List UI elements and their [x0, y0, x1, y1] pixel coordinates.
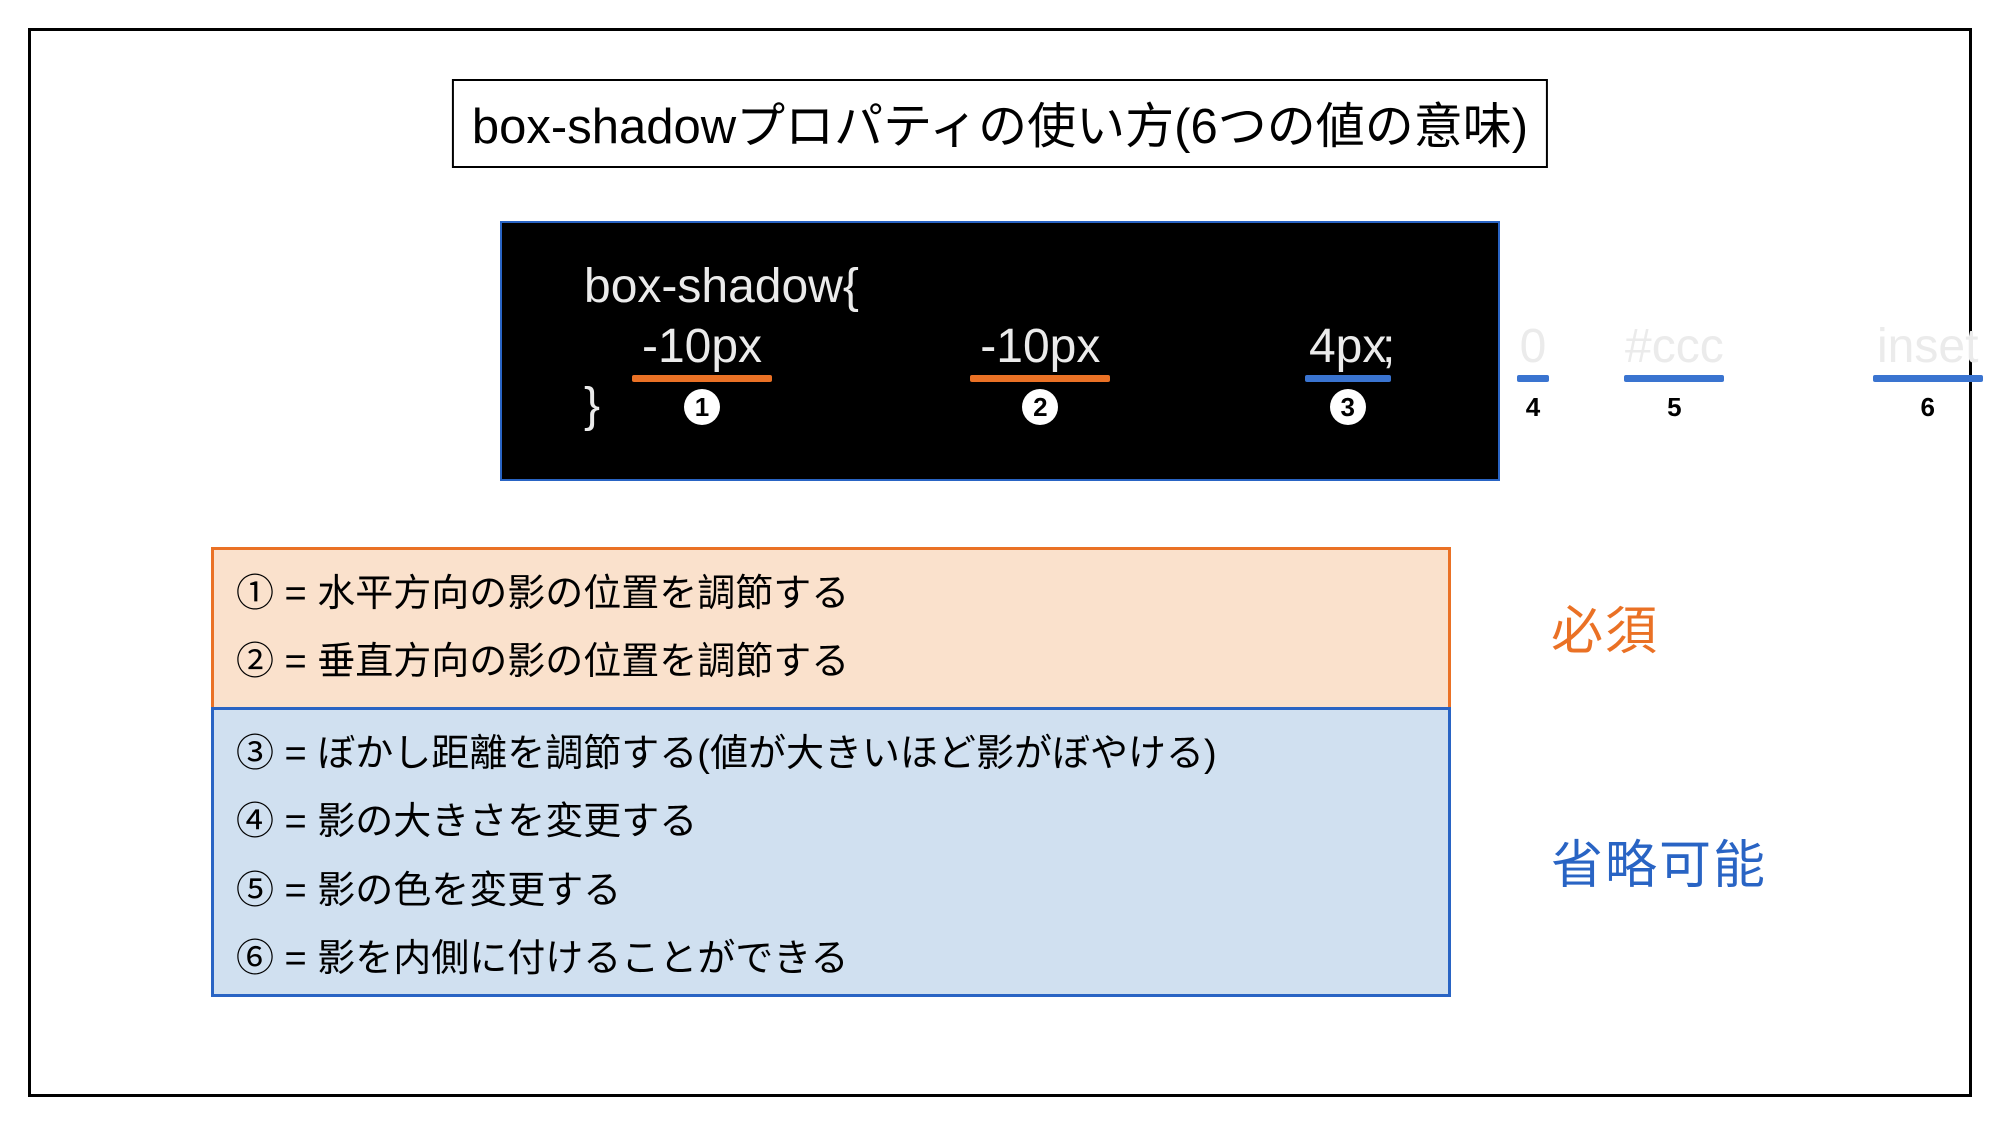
code-line-values: -10px 1 -10px 2 4px 3 0	[502, 319, 1498, 382]
underline-6	[1873, 375, 1983, 382]
underline-4	[1517, 375, 1549, 382]
code-token-3: 4px 3	[1302, 319, 1394, 382]
code-token-6: inset 6	[1869, 319, 1987, 382]
code-semicolon: ;	[1382, 319, 1395, 374]
marker-1: 1	[684, 389, 720, 425]
code-token-5-text: #ccc	[1625, 320, 1724, 373]
code-line-close: }	[584, 378, 600, 433]
underline-3	[1305, 375, 1391, 382]
explanation-item-1: ① = 水平方向の影の位置を調節する	[236, 560, 1430, 628]
code-line-open: box-shadow{	[584, 259, 859, 314]
code-token-1: -10px 1	[627, 319, 777, 382]
code-token-1-text: -10px	[642, 320, 762, 373]
marker-4: 4	[1515, 389, 1551, 425]
code-token-6-text: inset	[1877, 320, 1978, 373]
underline-5	[1624, 375, 1724, 382]
explanation-item-6: ⑥ = 影を内側に付けることができる	[236, 925, 1430, 993]
underline-2	[970, 375, 1110, 382]
marker-5: 5	[1656, 389, 1692, 425]
optional-label: 省略可能	[1551, 823, 1767, 898]
marker-3: 3	[1330, 389, 1366, 425]
marker-6: 6	[1910, 389, 1946, 425]
code-token-4: 0 4	[1514, 319, 1552, 382]
explanation-item-5: ⑤ = 影の色を変更する	[236, 857, 1430, 925]
page-title: box-shadowプロパティの使い方(6つの値の意味)	[452, 79, 1548, 168]
code-example-box: box-shadow{ -10px 1 -10px 2 4px	[500, 221, 1500, 481]
explanation-item-2: ② = 垂直方向の影の位置を調節する	[236, 628, 1430, 696]
code-token-2-text: -10px	[980, 320, 1100, 373]
underline-1	[632, 375, 772, 382]
required-label: 必須	[1551, 589, 1659, 664]
code-token-5: #ccc 5	[1620, 319, 1728, 382]
explanation-item-3: ③ = ぼかし距離を調節する(値が大きいほど影がぼやける)	[236, 720, 1430, 788]
explanation-required-box: ① = 水平方向の影の位置を調節する ② = 垂直方向の影の位置を調節する	[211, 547, 1451, 707]
document-frame: box-shadowプロパティの使い方(6つの値の意味) box-shadow{…	[28, 28, 1972, 1097]
code-token-3-text: 4px	[1309, 320, 1386, 373]
explanation-optional-box: ③ = ぼかし距離を調節する(値が大きいほど影がぼやける) ④ = 影の大きさを…	[211, 707, 1451, 997]
marker-2: 2	[1022, 389, 1058, 425]
code-token-2: -10px 2	[965, 319, 1115, 382]
code-token-4-text: 0	[1520, 320, 1547, 373]
explanation-item-4: ④ = 影の大きさを変更する	[236, 788, 1430, 856]
